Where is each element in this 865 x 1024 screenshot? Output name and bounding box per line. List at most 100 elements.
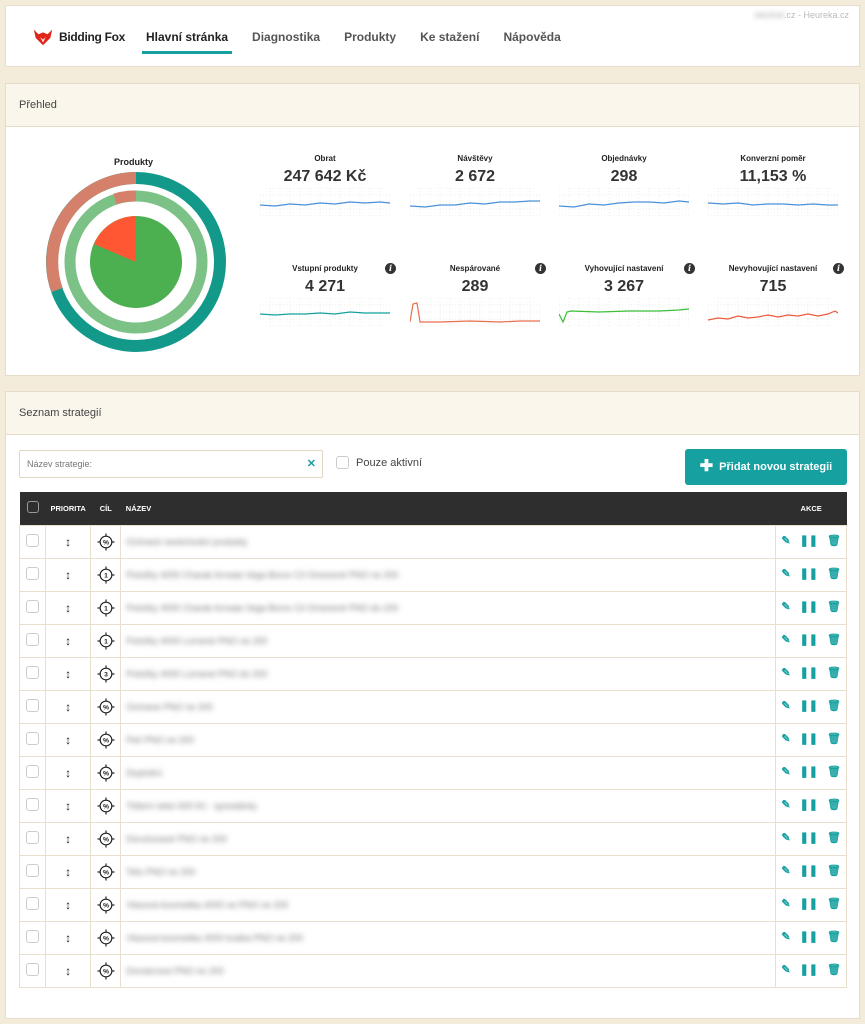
strategy-name[interactable]: Vlasová kosmetika 4000 ne PNO ne 200 [126,900,288,910]
pause-icon[interactable]: ❚❚ [800,899,818,910]
row-checkbox[interactable] [26,732,39,745]
strategy-name[interactable]: Domácnost PNO ne 200 [126,966,224,976]
drag-priority-icon[interactable]: ↕ [65,931,71,945]
delete-icon[interactable]: 🗑 [827,965,841,976]
edit-icon[interactable]: ✎ [781,965,790,976]
edit-icon[interactable]: ✎ [781,800,790,811]
table-row[interactable]: ↕ 1 Položky 4000 Charak Armata Vega Boro… [19,557,847,592]
column-priority[interactable]: PRIORITA [45,492,91,525]
only-active-toggle[interactable]: Pouze aktivní [336,456,422,469]
pause-icon[interactable]: ❚❚ [800,866,818,877]
pause-icon[interactable]: ❚❚ [800,800,818,811]
nav-item-home[interactable]: Hlavní stránka [134,6,240,68]
table-row[interactable]: ↕ 1 Položky 4000 Lomené PNO ne 200 ✎ ❚❚ … [19,623,847,658]
edit-icon[interactable]: ✎ [781,899,790,910]
pause-icon[interactable]: ❚❚ [800,635,818,646]
pause-icon[interactable]: ❚❚ [800,668,818,679]
pause-icon[interactable]: ❚❚ [800,602,818,613]
edit-icon[interactable]: ✎ [781,932,790,943]
strategy-name[interactable]: Položky 4000 Charak Armata Vega Borov Ci… [126,603,398,613]
row-checkbox[interactable] [26,765,39,778]
strategy-name[interactable]: Vlasová kosmetika 4000 kratka PNO ne 200 [126,933,303,943]
row-checkbox[interactable] [26,699,39,712]
drag-priority-icon[interactable]: ↕ [65,766,71,780]
edit-icon[interactable]: ✎ [781,866,790,877]
drag-priority-icon[interactable]: ↕ [65,601,71,615]
info-icon[interactable]: i [684,263,695,274]
edit-icon[interactable]: ✎ [781,602,790,613]
drag-priority-icon[interactable]: ↕ [65,535,71,549]
pause-icon[interactable]: ❚❚ [800,833,818,844]
table-row[interactable]: ↕ % Tištení nebo 600 Kč - sporadicky ✎ ❚… [19,788,847,823]
delete-icon[interactable]: 🗑 [827,668,841,679]
only-active-checkbox[interactable] [336,456,349,469]
table-row[interactable]: ↕ % Doručované PNO ne 200 ✎ ❚❚ 🗑 [19,821,847,856]
strategy-name[interactable]: Položky 4000 Lomené PNO do 200 [126,669,267,679]
delete-icon[interactable]: 🗑 [827,701,841,712]
edit-icon[interactable]: ✎ [781,701,790,712]
pause-icon[interactable]: ❚❚ [800,701,818,712]
edit-icon[interactable]: ✎ [781,734,790,745]
table-row[interactable]: ↕ % Pelí PNO ne 200 ✎ ❚❚ 🗑 [19,722,847,757]
row-checkbox[interactable] [26,897,39,910]
drag-priority-icon[interactable]: ↕ [65,700,71,714]
table-row[interactable]: ↕ 1 Položky 4000 Charak Armata Vega Boro… [19,590,847,625]
delete-icon[interactable]: 🗑 [827,833,841,844]
edit-icon[interactable]: ✎ [781,536,790,547]
table-row[interactable]: ↕ % Ochrane PNO ne 200 ✎ ❚❚ 🗑 [19,689,847,724]
info-icon[interactable]: i [535,263,546,274]
shop-switcher[interactable]: obchod.cz - Heureka.cz [754,10,849,20]
row-checkbox[interactable] [26,798,39,811]
strategy-name[interactable]: Ochrane PNO ne 200 [126,702,213,712]
nav-item-products[interactable]: Produkty [332,6,408,68]
clear-search-icon[interactable]: ✕ [307,457,316,470]
row-checkbox[interactable] [26,633,39,646]
nav-item-help[interactable]: Nápověda [491,6,572,68]
row-checkbox[interactable] [26,963,39,976]
table-row[interactable]: ↕ % Domácnost PNO ne 200 ✎ ❚❚ 🗑 [19,953,847,988]
strategy-name[interactable]: Položky 4000 Charak Armata Vega Borov Ci… [126,570,398,580]
table-row[interactable]: ↕ % Vlasová kosmetika 4000 ne PNO ne 200… [19,887,847,922]
column-goal[interactable]: CÍL [90,492,121,525]
delete-icon[interactable]: 🗑 [827,899,841,910]
strategy-name[interactable]: Ochrané neobchodní produkty [126,537,247,547]
strategy-name[interactable]: Tofu PNO ne 200 [126,867,195,877]
table-row[interactable]: ↕ % Doplnění ✎ ❚❚ 🗑 [19,755,847,790]
strategy-search-input[interactable] [20,451,290,477]
delete-icon[interactable]: 🗑 [827,734,841,745]
table-row[interactable]: ↕ % Tofu PNO ne 200 ✎ ❚❚ 🗑 [19,854,847,889]
row-checkbox[interactable] [26,831,39,844]
edit-icon[interactable]: ✎ [781,668,790,679]
delete-icon[interactable]: 🗑 [827,602,841,613]
row-checkbox[interactable] [26,666,39,679]
drag-priority-icon[interactable]: ↕ [65,799,71,813]
table-row[interactable]: ↕ % Ochrané neobchodní produkty ✎ ❚❚ 🗑 [19,524,847,559]
strategy-name[interactable]: Doručované PNO ne 200 [126,834,227,844]
delete-icon[interactable]: 🗑 [827,569,841,580]
pause-icon[interactable]: ❚❚ [800,569,818,580]
row-checkbox[interactable] [26,567,39,580]
delete-icon[interactable]: 🗑 [827,866,841,877]
drag-priority-icon[interactable]: ↕ [65,667,71,681]
pause-icon[interactable]: ❚❚ [800,536,818,547]
drag-priority-icon[interactable]: ↕ [65,832,71,846]
table-row[interactable]: ↕ 3 Položky 4000 Lomené PNO do 200 ✎ ❚❚ … [19,656,847,691]
edit-icon[interactable]: ✎ [781,833,790,844]
drag-priority-icon[interactable]: ↕ [65,733,71,747]
drag-priority-icon[interactable]: ↕ [65,568,71,582]
pause-icon[interactable]: ❚❚ [800,767,818,778]
drag-priority-icon[interactable]: ↕ [65,865,71,879]
column-name[interactable]: NÁZEV [120,492,776,525]
logo[interactable]: Bidding Fox [32,26,125,48]
info-icon[interactable]: i [833,263,844,274]
strategy-name[interactable]: Doplnění [126,768,162,778]
pause-icon[interactable]: ❚❚ [800,965,818,976]
edit-icon[interactable]: ✎ [781,767,790,778]
strategy-name[interactable]: Položky 4000 Lomené PNO ne 200 [126,636,267,646]
nav-item-diagnostics[interactable]: Diagnostika [240,6,332,68]
table-row[interactable]: ↕ % Vlasová kosmetika 4000 kratka PNO ne… [19,920,847,955]
select-all-checkbox[interactable] [26,501,39,514]
row-checkbox[interactable] [26,930,39,943]
delete-icon[interactable]: 🗑 [827,932,841,943]
row-checkbox[interactable] [26,534,39,547]
